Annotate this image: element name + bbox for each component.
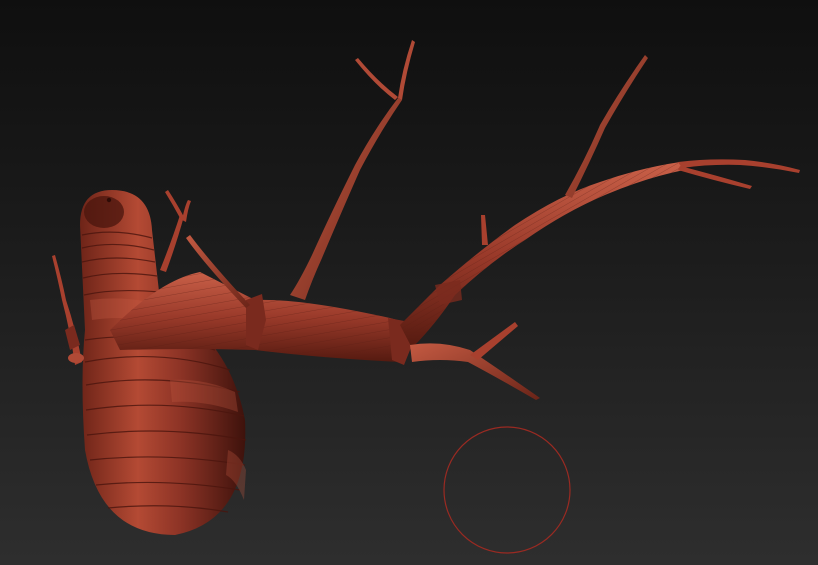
small-spur-twig: [481, 215, 488, 245]
left-twig: [52, 255, 84, 365]
upper-twig: [290, 40, 415, 300]
right-branch: [400, 162, 684, 348]
far-right-twigs: [565, 55, 800, 198]
body-capsule: [80, 190, 247, 535]
lower-fork-branch: [410, 322, 540, 400]
canvas-3d[interactable]: [0, 0, 818, 565]
brush-circle-icon: [443, 426, 571, 554]
sculpt-viewport[interactable]: [0, 0, 818, 565]
